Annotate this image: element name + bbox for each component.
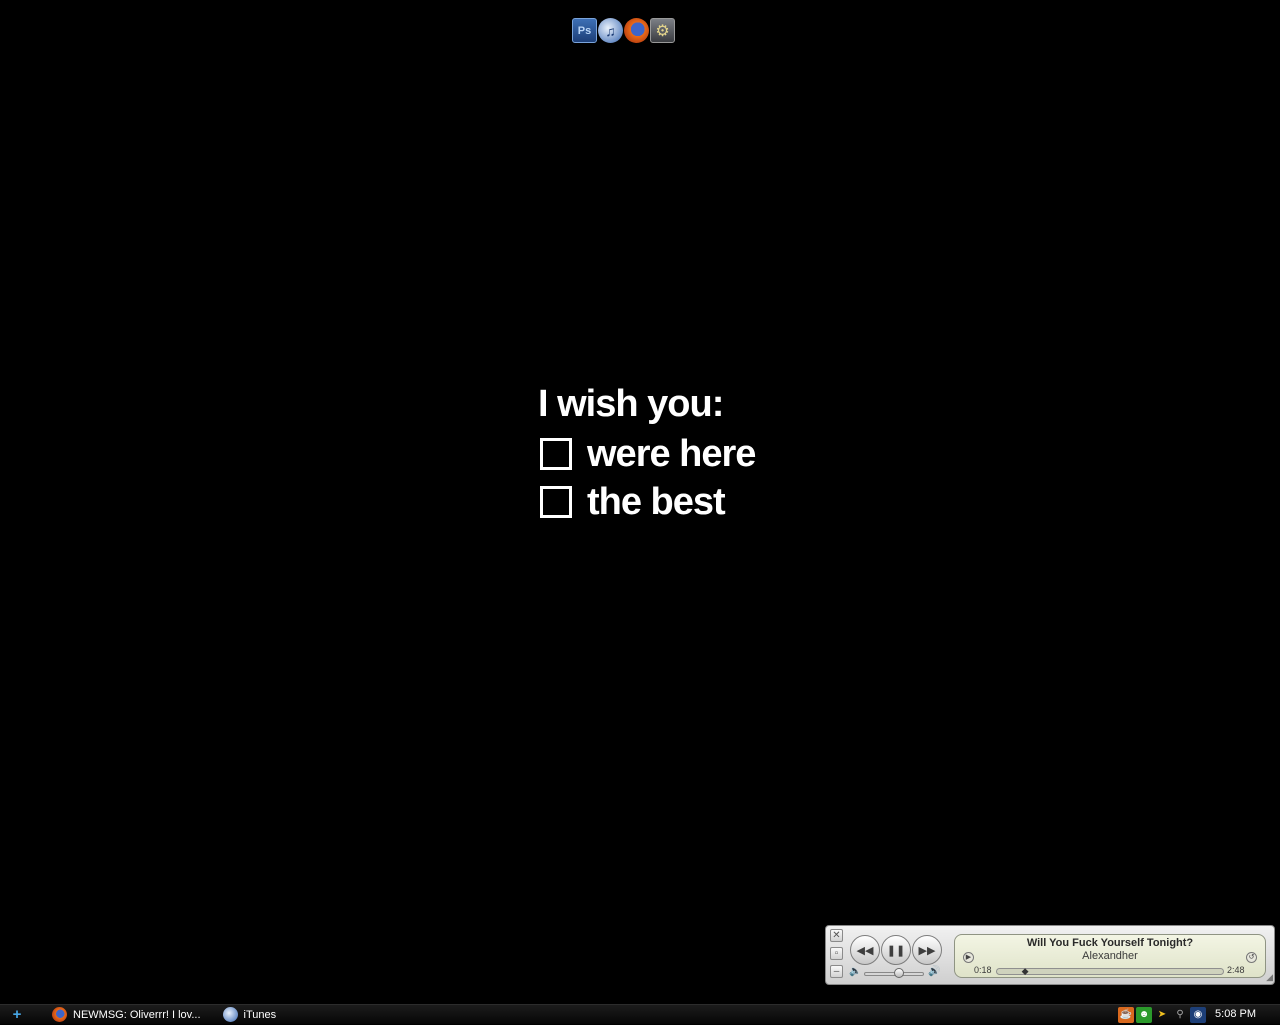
volume-low-icon: 🔈 — [849, 966, 862, 977]
next-track-button[interactable]: ▶▶ — [912, 935, 942, 965]
start-button[interactable]: + — [0, 1005, 34, 1025]
wallpaper-option: were here — [538, 430, 756, 478]
track-title: Will You Fuck Yourself Tonight? — [1026, 937, 1194, 949]
volume-slider-knob[interactable] — [893, 968, 904, 978]
resize-grip-icon[interactable]: ◢ — [1266, 972, 1273, 983]
itunes-icon — [222, 1007, 238, 1022]
pause-button[interactable]: ❚❚ — [881, 935, 911, 965]
checkbox-outline-icon — [540, 438, 572, 470]
elapsed-time: 0:18 — [974, 965, 992, 975]
itunes-mini-player: ✕ ▫ – ◀◀ ❚❚ ▶▶ 🔈 🔊 ▶ Will You Fuck Yours… — [825, 925, 1275, 985]
arrows-icon[interactable]: ➤ — [1154, 1007, 1170, 1023]
java-icon[interactable]: ☕ — [1118, 1007, 1134, 1023]
clock[interactable]: 5:08 PM — [1215, 1008, 1256, 1020]
restore-icon[interactable]: ▫ — [830, 947, 843, 960]
firefox-icon[interactable] — [624, 18, 649, 43]
itunes-icon[interactable]: ♫ — [598, 18, 623, 43]
close-icon[interactable]: ✕ — [830, 929, 843, 942]
firefox-icon — [52, 1007, 67, 1022]
desktop: Ps ♫ I wish you: were here the best ✕ ▫ … — [0, 0, 1280, 1004]
taskbar-button-label: iTunes — [243, 1008, 277, 1021]
volume-slider[interactable] — [864, 968, 924, 978]
wallpaper-text: I wish you: were here the best — [538, 382, 756, 526]
minimize-icon[interactable]: – — [830, 965, 843, 978]
fast-forward-icon: ▶▶ — [918, 944, 936, 957]
taskbar-button-itunes[interactable]: iTunes — [211, 1005, 287, 1025]
taskbar: + NEWMSG: Oliverrr! I lov... iTunes ☕ ☻ … — [0, 1004, 1280, 1024]
rewind-icon: ◀◀ — [856, 944, 874, 957]
snapback-icon[interactable]: ↺ — [1246, 952, 1257, 963]
wallpaper-title: I wish you: — [538, 383, 724, 425]
playhead-icon[interactable]: ◆ — [1020, 966, 1030, 977]
launcher-dock: Ps ♫ — [572, 18, 675, 44]
playback-progress-bar[interactable]: ◆ — [996, 966, 1224, 977]
system-tray: ☕ ☻ ➤ ⚲ ◉ — [1118, 1007, 1206, 1023]
track-artist: Alexandher — [1082, 950, 1138, 962]
network-icon[interactable]: ⚲ — [1172, 1007, 1188, 1023]
photoshop-icon[interactable]: Ps — [572, 18, 597, 43]
taskbar-button-label: NEWMSG: Oliverrr! I lov... — [73, 1008, 201, 1021]
wallpaper-option-label: were here — [587, 433, 756, 475]
now-playing-display: ▶ Will You Fuck Yourself Tonight? Alexan… — [954, 934, 1266, 978]
total-time: 2:48 — [1227, 965, 1245, 975]
wallpaper-option-label: the best — [587, 481, 726, 523]
pause-icon: ❚❚ — [886, 944, 906, 957]
plus-icon: + — [12, 1006, 22, 1023]
wallpaper-option: the best — [538, 478, 755, 526]
messenger-icon[interactable]: ☻ — [1136, 1007, 1152, 1023]
checkbox-outline-icon — [540, 486, 572, 518]
volume-high-icon: 🔊 — [928, 966, 941, 977]
settings-icon[interactable] — [650, 18, 675, 43]
taskbar-button-firefox[interactable]: NEWMSG: Oliverrr! I lov... — [34, 1005, 211, 1025]
wireless-icon[interactable]: ◉ — [1190, 1007, 1206, 1023]
previous-track-button[interactable]: ◀◀ — [850, 935, 880, 965]
